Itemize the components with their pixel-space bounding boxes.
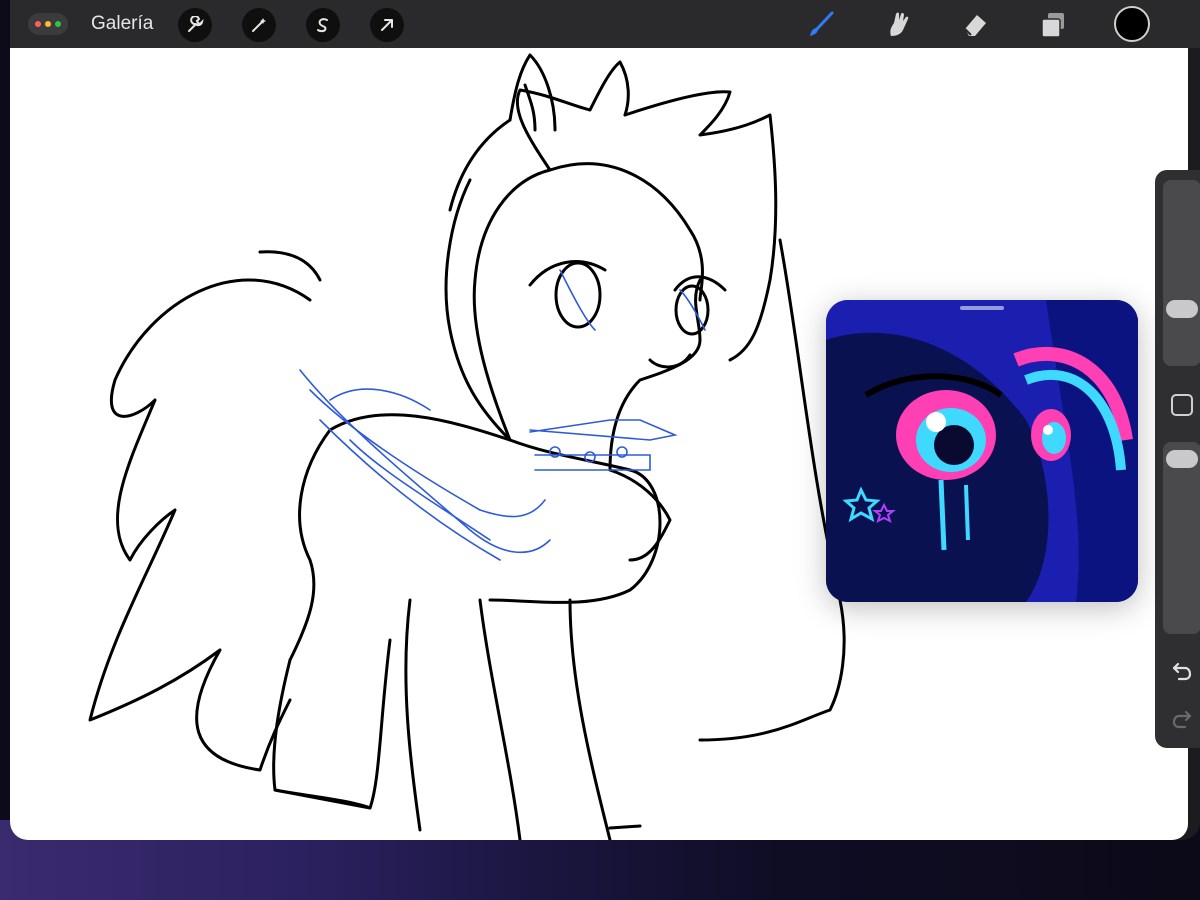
- reference-window[interactable]: [826, 300, 1138, 602]
- eraser-tool-button[interactable]: [958, 8, 992, 42]
- color-picker-button[interactable]: [1114, 6, 1150, 42]
- modify-square-icon[interactable]: [1171, 394, 1193, 416]
- zoom-icon[interactable]: [55, 21, 61, 27]
- adjustments-button[interactable]: [242, 8, 276, 42]
- transform-arrow-icon: [381, 19, 393, 31]
- undo-icon: [1172, 662, 1192, 681]
- smudge-icon: [890, 12, 909, 36]
- brush-icon: [810, 11, 834, 36]
- actions-button[interactable]: [178, 8, 212, 42]
- size-slider-knob[interactable]: [1166, 300, 1198, 318]
- selection-button[interactable]: [306, 8, 340, 42]
- eraser-icon: [964, 15, 986, 36]
- reference-image: [826, 300, 1138, 602]
- side-toolbar: [1155, 170, 1200, 748]
- window-controls[interactable]: [28, 13, 68, 35]
- layers-icon: [1041, 13, 1064, 38]
- top-toolbar: Galería: [10, 0, 1200, 48]
- magic-wand-icon: [252, 18, 266, 32]
- close-icon[interactable]: [35, 21, 41, 27]
- size-slider[interactable]: [1163, 180, 1200, 366]
- opacity-slider[interactable]: [1163, 442, 1200, 634]
- wrench-icon: [188, 16, 204, 32]
- procreate-window: Galería: [10, 0, 1200, 840]
- brush-tool-button[interactable]: [804, 8, 838, 42]
- redo-button[interactable]: [1169, 706, 1195, 732]
- redo-icon: [1172, 710, 1192, 729]
- transform-button[interactable]: [370, 8, 404, 42]
- undo-button[interactable]: [1169, 658, 1195, 684]
- minimize-icon[interactable]: [45, 21, 51, 27]
- smudge-tool-button[interactable]: [880, 8, 914, 42]
- reference-drag-handle[interactable]: [960, 306, 1004, 310]
- opacity-slider-knob[interactable]: [1166, 450, 1198, 468]
- layers-button[interactable]: [1036, 8, 1070, 42]
- selection-s-icon: [317, 18, 328, 33]
- gallery-button[interactable]: Galería: [91, 13, 153, 35]
